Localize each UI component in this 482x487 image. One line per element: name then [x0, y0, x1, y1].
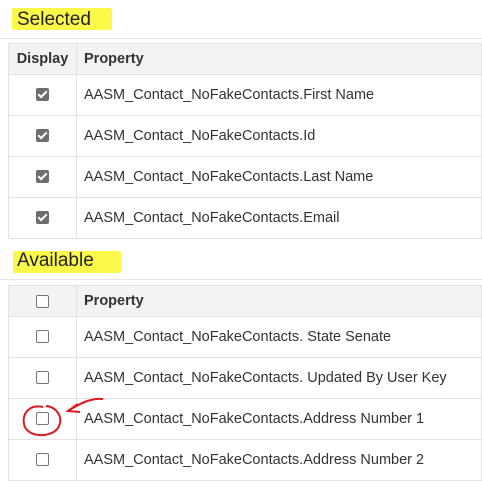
row-checkbox[interactable]	[36, 330, 49, 344]
property-cell: AASM_Contact_NoFakeContacts.First Name	[76, 74, 482, 116]
property-cell: AASM_Contact_NoFakeContacts.Address Numb…	[76, 439, 482, 481]
property-cell: AASM_Contact_NoFakeContacts.Id	[76, 115, 482, 157]
available-title: Available	[17, 250, 94, 271]
table-row: AASM_Contact_NoFakeContacts. State Senat…	[8, 316, 482, 358]
property-cell: AASM_Contact_NoFakeContacts.Address Numb…	[76, 398, 482, 440]
display-checkbox[interactable]	[36, 170, 49, 184]
display-checkbox[interactable]	[36, 129, 49, 143]
selected-table: Display Property AASM_Contact_NoFakeCont…	[8, 43, 482, 239]
property-cell: AASM_Contact_NoFakeContacts. Updated By …	[76, 357, 482, 399]
selected-header-row: Display Property	[8, 43, 482, 75]
selected-section-header: Selected	[0, 2, 482, 39]
property-column-header[interactable]: Property	[76, 43, 482, 75]
table-row: AASM_Contact_NoFakeContacts. Updated By …	[8, 357, 482, 399]
available-section-header: Available	[0, 243, 482, 280]
display-column-header[interactable]: Display	[8, 43, 77, 75]
table-row: AASM_Contact_NoFakeContacts.Address Numb…	[8, 439, 482, 481]
property-cell: AASM_Contact_NoFakeContacts. State Senat…	[76, 316, 482, 358]
selected-title: Selected	[17, 9, 91, 30]
row-checkbox[interactable]	[36, 453, 49, 467]
property-cell: AASM_Contact_NoFakeContacts.Email	[76, 197, 482, 239]
property-column-header[interactable]: Property	[76, 285, 482, 317]
table-row: AASM_Contact_NoFakeContacts.First Name	[8, 74, 482, 116]
property-cell: AASM_Contact_NoFakeContacts.Last Name	[76, 156, 482, 198]
available-header-row: Property	[8, 285, 482, 317]
row-checkbox[interactable]	[36, 371, 49, 385]
display-checkbox[interactable]	[36, 88, 49, 102]
row-checkbox[interactable]	[36, 412, 49, 426]
table-row: AASM_Contact_NoFakeContacts.Id	[8, 115, 482, 157]
select-all-checkbox[interactable]	[36, 294, 49, 308]
available-table: Property AASM_Contact_NoFakeContacts. St…	[8, 285, 482, 481]
table-row: AASM_Contact_NoFakeContacts.Address Numb…	[8, 398, 482, 440]
display-checkbox[interactable]	[36, 211, 49, 225]
table-row: AASM_Contact_NoFakeContacts.Email	[8, 197, 482, 239]
table-row: AASM_Contact_NoFakeContacts.Last Name	[8, 156, 482, 198]
